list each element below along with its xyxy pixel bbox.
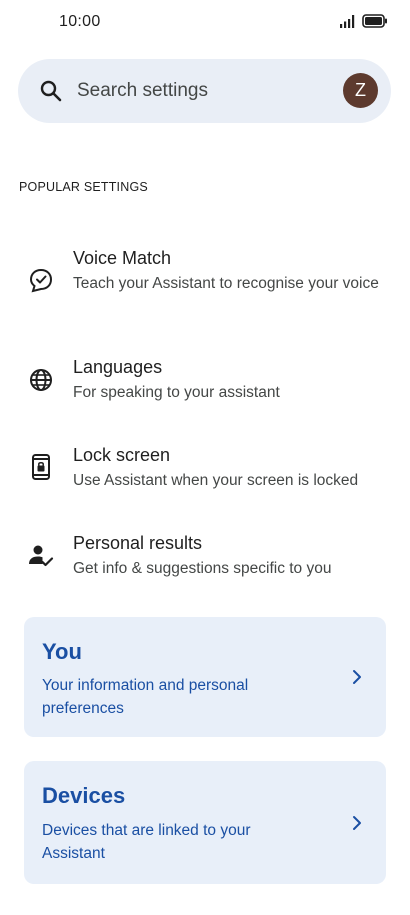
setting-title: Lock screen [73, 445, 171, 465]
setting-languages[interactable]: Languages For speaking to your assistant [0, 357, 410, 407]
setting-lock-screen[interactable]: Lock screen Use Assistant when your scre… [0, 445, 410, 495]
avatar-letter: Z [355, 80, 366, 100]
card-you[interactable]: You Your information and personal prefer… [24, 617, 386, 737]
status-bar: 10:00 [0, 0, 410, 46]
search-bar[interactable]: Search settings Z [18, 59, 391, 123]
setting-subtitle: For speaking to your assistant [73, 384, 280, 401]
setting-title: Personal results [73, 533, 203, 553]
battery-icon [362, 14, 388, 33]
setting-personal-results[interactable]: Personal results Get info & suggestions … [0, 533, 410, 583]
status-time: 10:00 [59, 13, 101, 30]
personal-results-icon [27, 542, 55, 570]
chevron-right-icon [350, 814, 364, 832]
chevron-right-icon [350, 668, 364, 686]
section-title: POPULAR SETTINGS [19, 180, 148, 194]
card-title: Devices [42, 783, 126, 808]
search-input[interactable]: Search settings [77, 80, 208, 102]
setting-title: Languages [73, 357, 163, 377]
setting-voice-match[interactable]: Voice Match Teach your Assistant to reco… [0, 248, 410, 318]
lock-screen-icon [27, 453, 55, 481]
setting-subtitle: Get info & suggestions specific to you [73, 560, 332, 577]
card-description: Devices that are linked to your Assistan… [42, 822, 251, 862]
status-icons [339, 14, 388, 33]
globe-icon [27, 366, 55, 394]
voice-match-icon [27, 266, 55, 294]
setting-title: Voice Match [73, 248, 172, 268]
search-icon [39, 79, 63, 103]
card-devices[interactable]: Devices Devices that are linked to your … [24, 761, 386, 884]
signal-icon [339, 14, 357, 33]
card-title: You [42, 639, 82, 664]
card-description: Your information and personal preference… [42, 677, 249, 717]
setting-subtitle: Teach your Assistant to recognise your v… [73, 275, 379, 292]
avatar[interactable]: Z [343, 73, 378, 108]
setting-subtitle: Use Assistant when your screen is locked [73, 472, 359, 489]
